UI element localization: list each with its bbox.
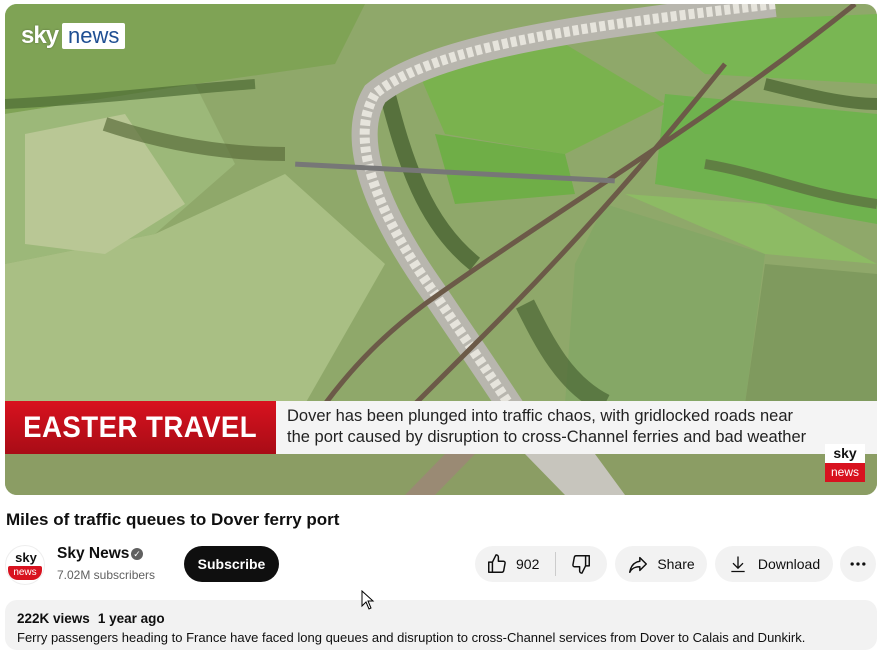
bug-news: news — [825, 463, 865, 482]
subscriber-count: 7.02M subscribers — [57, 568, 156, 582]
thumbs-up-icon — [488, 554, 506, 573]
watermark-news: news — [62, 23, 126, 49]
more-horizontal-icon — [850, 562, 866, 566]
download-button[interactable]: Download — [715, 546, 833, 582]
caption-body: Dover has been plunged into traffic chao… — [276, 401, 877, 454]
mouse-cursor-icon — [361, 590, 375, 610]
video-title: Miles of traffic queues to Dover ferry p… — [6, 510, 340, 529]
news-caption: EASTER TRAVEL Dover has been plunged int… — [5, 401, 877, 454]
dislike-button[interactable] — [556, 546, 606, 582]
share-arrow-icon — [629, 556, 648, 573]
download-label: Download — [757, 556, 821, 572]
like-dislike-group: 902 — [475, 546, 607, 582]
caption-line-1: Dover has been plunged into traffic chao… — [287, 407, 793, 425]
more-actions-button[interactable] — [840, 546, 876, 582]
view-count: 222K views — [17, 611, 90, 626]
video-player[interactable]: sky news EASTER TRAVEL Dover has been pl… — [5, 4, 877, 495]
verified-icon: ✓ — [131, 548, 143, 560]
thumbs-down-icon — [572, 555, 590, 574]
sky-news-watermark: sky news — [21, 22, 126, 50]
avatar-news: news — [8, 566, 42, 580]
share-label: Share — [657, 556, 695, 572]
video-meta: 222K views 1 year ago — [17, 611, 165, 626]
caption-line-2: the port caused by disruption to cross-C… — [287, 428, 807, 446]
upload-age: 1 year ago — [97, 611, 165, 626]
channel-avatar[interactable]: sky news — [5, 545, 45, 585]
like-count: 902 — [516, 556, 540, 572]
caption-tag: EASTER TRAVEL — [5, 401, 276, 454]
description-text: Ferry passengers heading to France have … — [17, 630, 806, 645]
caption-tag-text: EASTER TRAVEL — [23, 410, 258, 444]
channel-name[interactable]: Sky News — [57, 545, 129, 563]
watermark-sky: sky — [21, 22, 59, 49]
bug-sky: sky — [825, 444, 865, 463]
like-button[interactable]: 902 — [475, 546, 555, 582]
download-icon — [731, 556, 745, 573]
share-button[interactable]: Share — [615, 546, 707, 582]
sky-news-bug: sky news — [825, 444, 865, 482]
avatar-sky: sky — [15, 550, 37, 565]
subscribe-button[interactable]: Subscribe — [184, 546, 279, 582]
description-box[interactable]: 222K views 1 year ago Ferry passengers he… — [5, 600, 877, 650]
